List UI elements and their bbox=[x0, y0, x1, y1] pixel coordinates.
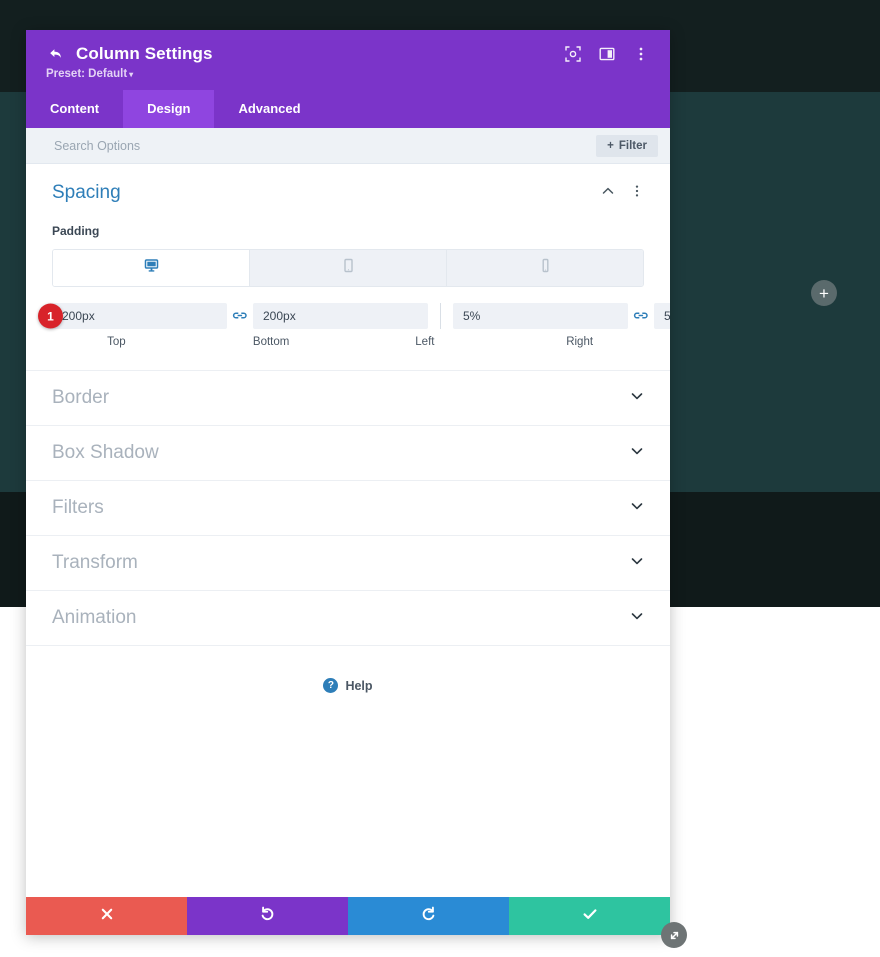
label-spacer bbox=[489, 336, 515, 348]
device-toggle-phone[interactable] bbox=[447, 250, 643, 286]
modal-header-icons bbox=[564, 45, 650, 63]
filter-button[interactable]: + Filter bbox=[596, 134, 658, 157]
preset-label: Preset: Default bbox=[46, 68, 128, 80]
section-filters[interactable]: Filters bbox=[26, 481, 670, 536]
tab-content[interactable]: Content bbox=[26, 90, 123, 128]
add-module-button[interactable]: + bbox=[811, 280, 837, 306]
padding-label: Padding bbox=[52, 224, 100, 238]
filter-button-label: Filter bbox=[618, 139, 647, 152]
modal-footer bbox=[26, 897, 687, 948]
padding-labels-row: Top Bottom Left Right bbox=[52, 336, 644, 348]
section-filters-title: Filters bbox=[52, 497, 104, 518]
padding-top-label: Top bbox=[107, 336, 126, 348]
label-divider-spacer bbox=[336, 336, 361, 348]
question-mark-icon: ? bbox=[323, 678, 339, 693]
help-link[interactable]: ? Help bbox=[26, 646, 670, 725]
padding-vertical-group bbox=[52, 303, 428, 329]
chevron-down-icon[interactable] bbox=[630, 554, 644, 573]
back-arrow-icon[interactable] bbox=[46, 44, 66, 64]
modal-body: Spacing Padding 1 200px 200px 5% 5% Top … bbox=[26, 164, 670, 897]
column-settings-modal: Column Settings Preset: Default ▾ Conten… bbox=[26, 30, 687, 948]
resize-handle[interactable] bbox=[661, 922, 687, 948]
section-box-shadow-title: Box Shadow bbox=[52, 442, 159, 463]
padding-top-input[interactable] bbox=[52, 303, 227, 329]
preset-selector[interactable]: Preset: Default ▾ bbox=[46, 68, 650, 80]
modal-header: Column Settings Preset: Default ▾ bbox=[26, 30, 670, 90]
checkmark-icon bbox=[581, 905, 599, 928]
cancel-button[interactable] bbox=[26, 897, 187, 935]
more-vertical-icon[interactable] bbox=[632, 45, 650, 63]
chevron-down-icon[interactable] bbox=[630, 389, 644, 408]
section-transform[interactable]: Transform bbox=[26, 536, 670, 591]
padding-vertical-labels: Top Bottom bbox=[52, 336, 336, 348]
link-icon-horizontal[interactable] bbox=[628, 309, 654, 323]
label-spacer bbox=[181, 336, 207, 348]
padding-right-input[interactable] bbox=[654, 303, 670, 329]
section-animation[interactable]: Animation bbox=[26, 591, 670, 646]
chevron-up-icon[interactable] bbox=[601, 184, 615, 203]
tab-advanced[interactable]: Advanced bbox=[214, 90, 324, 128]
section-animation-title: Animation bbox=[52, 607, 137, 628]
undo-icon bbox=[259, 905, 276, 927]
padding-bottom-input[interactable] bbox=[253, 303, 428, 329]
device-toggle-group bbox=[52, 249, 644, 287]
chevron-down-icon: ▾ bbox=[129, 70, 134, 79]
device-toggle-desktop[interactable] bbox=[53, 250, 250, 286]
padding-bottom-label: Bottom bbox=[252, 336, 290, 348]
help-label: Help bbox=[345, 678, 373, 693]
save-button[interactable] bbox=[509, 897, 670, 935]
section-box-shadow[interactable]: Box Shadow bbox=[26, 426, 670, 481]
section-spacing-header[interactable]: Spacing bbox=[52, 182, 644, 204]
redo-button[interactable] bbox=[348, 897, 509, 935]
tablet-icon bbox=[341, 258, 356, 278]
padding-horizontal-group bbox=[453, 303, 670, 329]
layout-panel-icon[interactable] bbox=[598, 45, 616, 63]
plus-icon: + bbox=[819, 283, 829, 303]
tab-design[interactable]: Design bbox=[123, 90, 215, 128]
section-transform-title: Transform bbox=[52, 552, 138, 573]
modal-tabbar: Content Design Advanced bbox=[26, 90, 670, 128]
undo-button[interactable] bbox=[187, 897, 348, 935]
focus-icon[interactable] bbox=[564, 45, 582, 63]
section-spacing-title: Spacing bbox=[52, 182, 121, 203]
device-toggle-tablet[interactable] bbox=[250, 250, 447, 286]
chevron-down-icon[interactable] bbox=[630, 609, 644, 628]
step-badge-1: 1 bbox=[38, 303, 63, 329]
chevron-down-icon[interactable] bbox=[630, 444, 644, 463]
padding-right-label: Right bbox=[566, 336, 594, 348]
section-spacing-header-icons bbox=[601, 184, 644, 203]
close-icon bbox=[99, 906, 115, 927]
padding-horizontal-labels: Left Right bbox=[361, 336, 645, 348]
link-icon-vertical[interactable] bbox=[227, 309, 253, 323]
section-spacing: Spacing Padding 1 200px 200px 5% 5% Top … bbox=[26, 164, 670, 371]
padding-left-label: Left bbox=[415, 336, 435, 348]
desktop-icon bbox=[144, 258, 159, 278]
padding-divider bbox=[440, 303, 441, 329]
more-vertical-icon[interactable] bbox=[630, 184, 644, 203]
chevron-down-icon[interactable] bbox=[630, 499, 644, 518]
plus-icon: + bbox=[607, 139, 614, 152]
step-badge-label: 1 bbox=[47, 309, 54, 323]
modal-title: Column Settings bbox=[76, 44, 213, 63]
search-input[interactable] bbox=[52, 137, 597, 154]
phone-icon bbox=[538, 258, 553, 278]
redo-icon bbox=[420, 905, 437, 927]
padding-inputs-row: 1 bbox=[38, 303, 670, 329]
padding-left-input[interactable] bbox=[453, 303, 628, 329]
section-border-title: Border bbox=[52, 387, 110, 408]
search-bar: + Filter bbox=[26, 128, 670, 164]
modal-header-top: Column Settings bbox=[46, 44, 650, 64]
section-border[interactable]: Border bbox=[26, 371, 670, 426]
